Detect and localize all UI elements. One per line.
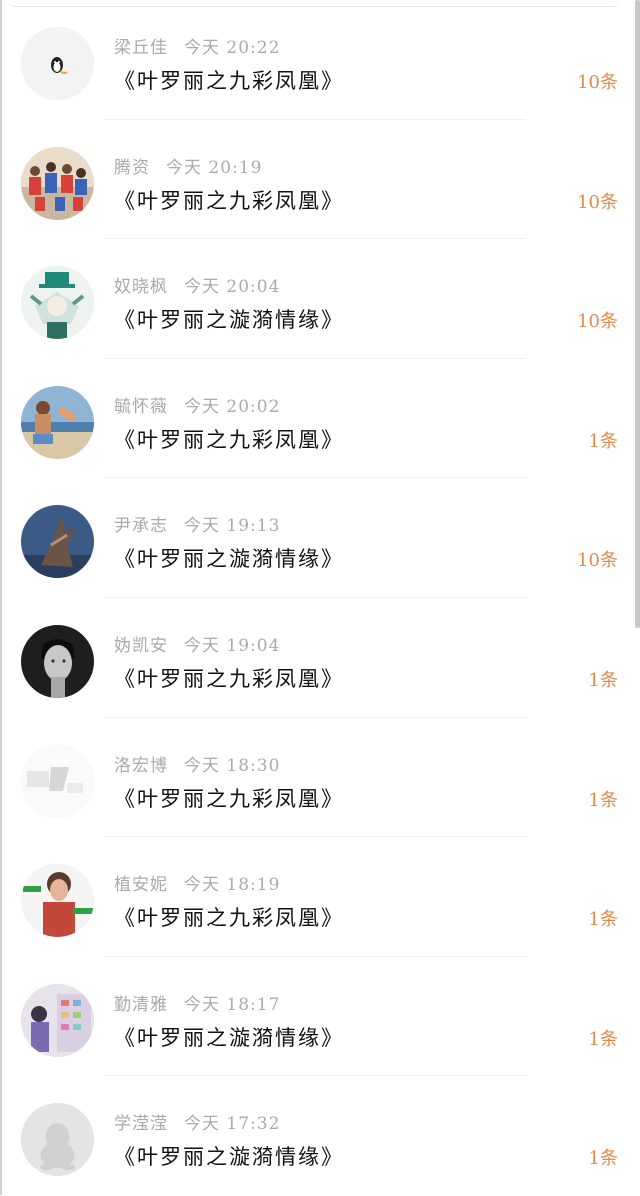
message-count: 1条	[588, 909, 618, 931]
sender-name: 梁丘佳	[114, 38, 168, 58]
message-count: 1条	[588, 1148, 618, 1170]
message-time: 今天 19:04	[184, 635, 281, 656]
message-count: 10条	[577, 311, 618, 333]
message-meta: 勤清雅 今天 18:17	[114, 990, 280, 1015]
faded-sketch-avatar[interactable]	[21, 744, 94, 818]
list-item[interactable]: 洛宏博 今天 18:30 《叶罗丽之九彩凤凰》 1条	[0, 718, 640, 838]
sender-name: 植安妮	[114, 875, 168, 896]
sender-name: 洛宏博	[114, 755, 168, 776]
anime-character-avatar[interactable]	[21, 266, 94, 340]
sender-name: 妫凯安	[114, 635, 168, 656]
message-count: 1条	[588, 789, 618, 811]
message-time: 今天 19:13	[184, 516, 281, 537]
message-title: 《叶罗丽之九彩凤凰》	[114, 69, 344, 93]
message-count: 1条	[588, 430, 618, 452]
message-time: 今天 20:04	[184, 277, 281, 298]
message-title: 《叶罗丽之漩漪情缘》	[114, 1025, 344, 1050]
message-title: 《叶罗丽之九彩凤凰》	[114, 666, 344, 691]
message-title: 《叶罗丽之九彩凤凰》	[114, 906, 344, 931]
message-time: 今天 18:17	[184, 994, 281, 1015]
person-with-text-avatar[interactable]	[21, 864, 94, 938]
message-title: 《叶罗丽之九彩凤凰》	[114, 188, 344, 213]
sender-name: 腾资	[114, 157, 150, 178]
list-item[interactable]: 梁丘佳 今天 20:22 《叶罗丽之九彩凤凰》 10条	[0, 0, 640, 120]
default-qq-penguin-avatar[interactable]	[21, 1103, 94, 1177]
message-count: 10条	[577, 550, 618, 572]
message-meta: 植安妮 今天 18:19	[114, 870, 280, 895]
illustration-shop-avatar[interactable]	[21, 983, 94, 1057]
sculpture-avatar[interactable]	[21, 505, 94, 579]
message-count: 1条	[588, 1028, 618, 1050]
message-title: 《叶罗丽之漩漪情缘》	[114, 547, 344, 572]
list-item[interactable]: 妫凯安 今天 19:04 《叶罗丽之九彩凤凰》 1条	[0, 598, 640, 718]
message-time: 今天 18:30	[184, 755, 281, 776]
sender-name: 学滢滢	[114, 1114, 168, 1135]
list-item[interactable]: 奴晓枫 今天 20:04 《叶罗丽之漩漪情缘》 10条	[0, 239, 640, 359]
message-meta: 奴晓枫 今天 20:04	[114, 272, 280, 297]
message-title: 《叶罗丽之漩漪情缘》	[114, 308, 344, 333]
message-meta: 学滢滢 今天 17:32	[114, 1109, 280, 1134]
message-count: 10条	[577, 72, 618, 93]
list-item[interactable]: 腾资 今天 20:19 《叶罗丽之九彩凤凰》 10条	[0, 120, 640, 240]
message-title: 《叶罗丽之九彩凤凰》	[114, 427, 344, 452]
beach-photo-avatar[interactable]	[21, 385, 94, 459]
message-time: 今天 18:19	[184, 875, 281, 896]
list-item[interactable]: 植安妮 今天 18:19 《叶罗丽之九彩凤凰》 1条	[0, 837, 640, 957]
message-meta: 毓怀薇 今天 20:02	[114, 392, 280, 417]
message-meta: 梁丘佳 今天 20:22	[114, 33, 280, 58]
message-title: 《叶罗丽之九彩凤凰》	[114, 786, 344, 811]
sender-name: 毓怀薇	[114, 396, 168, 417]
message-time: 今天 20:19	[166, 157, 263, 178]
list-item[interactable]: 勤清雅 今天 18:17 《叶罗丽之漩漪情缘》 1条	[0, 957, 640, 1077]
message-meta: 洛宏博 今天 18:30	[114, 751, 280, 776]
message-count: 10条	[577, 191, 618, 213]
sender-name: 奴晓枫	[114, 277, 168, 298]
message-time: 今天 20:02	[184, 396, 281, 417]
message-meta: 尹承志 今天 19:13	[114, 511, 280, 536]
message-time: 今天 20:22	[184, 38, 281, 58]
message-time: 今天 17:32	[184, 1114, 281, 1135]
list-item[interactable]: 尹承志 今天 19:13 《叶罗丽之漩漪情缘》 10条	[0, 478, 640, 598]
sender-name: 尹承志	[114, 516, 168, 537]
message-count: 1条	[588, 669, 618, 691]
list-item[interactable]: 毓怀薇 今天 20:02 《叶罗丽之九彩凤凰》 1条	[0, 359, 640, 479]
portrait-bw-avatar[interactable]	[21, 624, 94, 698]
message-title: 《叶罗丽之漩漪情缘》	[114, 1145, 344, 1170]
message-meta: 腾资 今天 20:19	[114, 153, 262, 178]
message-list: 梁丘佳 今天 20:22 《叶罗丽之九彩凤凰》 10条 腾资 今天 20:19 …	[0, 0, 640, 1196]
message-meta: 妫凯安 今天 19:04	[114, 631, 280, 656]
list-item[interactable]: 学滢滢 今天 17:32 《叶罗丽之漩漪情缘》 1条	[0, 1076, 640, 1196]
sender-name: 勤清雅	[114, 994, 168, 1015]
group-photo-avatar[interactable]	[21, 146, 94, 220]
penguin-sticker-avatar[interactable]	[21, 27, 94, 100]
